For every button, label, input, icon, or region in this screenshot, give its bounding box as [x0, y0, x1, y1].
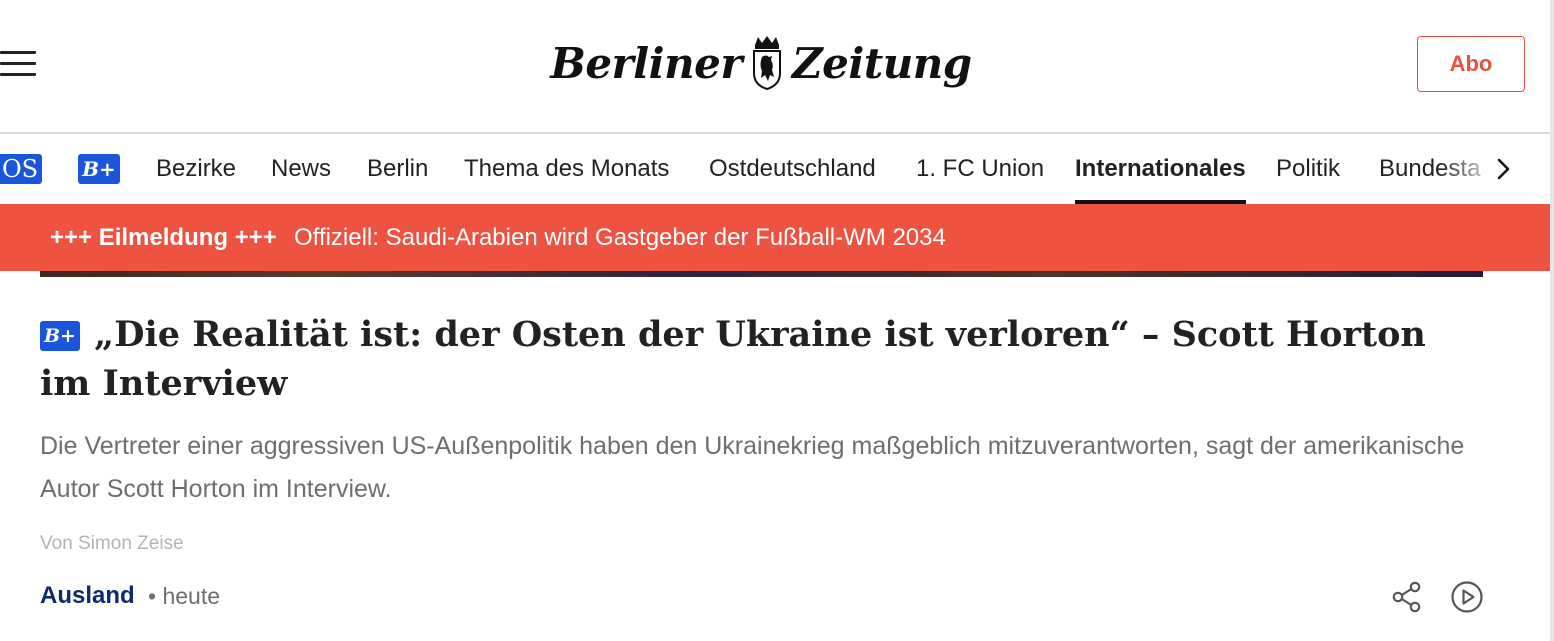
- nav-os-badge[interactable]: OS: [0, 154, 43, 184]
- nav-item-politik[interactable]: Politik: [1276, 134, 1340, 204]
- bear-crest-icon: [752, 36, 781, 91]
- nav-item-bezirke[interactable]: Bezirke: [156, 134, 236, 204]
- breaking-news-link[interactable]: Offiziell: Saudi-Arabien wird Gastgeber …: [294, 204, 946, 271]
- chevron-right-icon[interactable]: [1490, 156, 1516, 182]
- play-icon[interactable]: [1450, 580, 1484, 614]
- logo-word-right: Zeitung: [791, 38, 972, 88]
- article-headline[interactable]: B+ „Die Realität ist: der Osten der Ukrai…: [40, 310, 1460, 408]
- breaking-news-label: +++ Eilmeldung +++: [50, 224, 277, 251]
- publish-date: • heute: [148, 583, 220, 609]
- logo-word-left: Berliner: [550, 38, 742, 88]
- nav-bplus-badge[interactable]: B+: [78, 154, 120, 184]
- nav-item-internationales[interactable]: Internationales: [1075, 134, 1246, 204]
- nav-item-ostdeutschland[interactable]: Ostdeutschland: [709, 134, 876, 204]
- hero-image-edge: [40, 271, 1483, 277]
- menu-icon[interactable]: [0, 50, 38, 78]
- article-teaser: Die Vertreter einer aggressiven US-Außen…: [40, 432, 1465, 503]
- site-header: Berliner Zeitung Abo: [0, 0, 1554, 132]
- category-link[interactable]: Ausland: [40, 582, 135, 610]
- nav-item-news[interactable]: News: [271, 134, 331, 204]
- article-author: Von Simon Zeise: [40, 533, 184, 554]
- nav-item-thema-des-monats[interactable]: Thema des Monats: [464, 134, 669, 204]
- nav-item-berlin[interactable]: Berlin: [367, 134, 428, 204]
- section-nav: OS B+ Bezirke News Berlin Thema des Mona…: [0, 134, 1550, 204]
- bplus-badge: B+: [40, 321, 80, 351]
- nav-item-fc-union[interactable]: 1. FC Union: [916, 134, 1044, 204]
- scrollbar-edge: [1550, 0, 1554, 641]
- breaking-news-banner[interactable]: +++ Eilmeldung +++ Offiziell: Saudi-Arab…: [0, 204, 1550, 271]
- share-icon[interactable]: [1390, 580, 1424, 614]
- site-logo[interactable]: Berliner Zeitung: [550, 30, 972, 96]
- headline-text: „Die Realität ist: der Osten der Ukraine…: [40, 314, 1426, 404]
- abo-button[interactable]: Abo: [1417, 36, 1525, 92]
